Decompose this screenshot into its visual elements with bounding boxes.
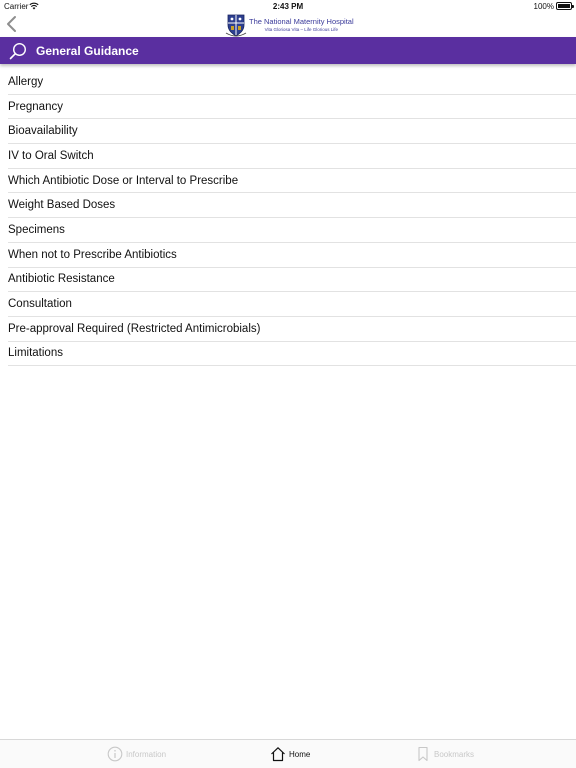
list-item-consultation[interactable]: Consultation xyxy=(8,292,576,317)
bookmark-icon xyxy=(418,746,428,762)
info-icon xyxy=(107,746,123,762)
list-item-allergy[interactable]: Allergy xyxy=(8,70,576,95)
list-item-pre-approval[interactable]: Pre-approval Required (Restricted Antimi… xyxy=(8,317,576,342)
list-item-antibiotic-dose[interactable]: Which Antibiotic Dose or Interval to Pre… xyxy=(8,169,576,194)
battery-percentage: 100% xyxy=(533,2,554,11)
back-button[interactable] xyxy=(4,15,20,33)
list-item-weight-based-doses[interactable]: Weight Based Doses xyxy=(8,193,576,219)
guidance-list: Allergy Pregnancy Bioavailability IV to … xyxy=(0,70,576,367)
list-item-antibiotic-resistance[interactable]: Antibiotic Resistance xyxy=(8,268,576,293)
list-item-iv-to-oral-switch[interactable]: IV to Oral Switch xyxy=(8,144,576,169)
tab-home-label: Home xyxy=(289,749,311,759)
hospital-name: The National Maternity Hospital xyxy=(249,16,354,26)
hospital-logo: The National Maternity Hospital Vita Glo… xyxy=(225,12,354,37)
tab-information[interactable]: Information xyxy=(107,740,166,768)
crest-icon xyxy=(225,14,247,36)
tab-information-label: Information xyxy=(126,749,167,759)
tab-home[interactable]: Home xyxy=(270,740,310,768)
list-item-bioavailability[interactable]: Bioavailability xyxy=(8,119,576,145)
search-icon[interactable] xyxy=(9,42,27,60)
status-bar: Carrier 2:43 PM 100% xyxy=(0,0,576,12)
hospital-motto: Vita Gloriosa Vita – Life Glorious Life xyxy=(264,26,338,32)
section-header: General Guidance xyxy=(0,37,576,64)
list-item-specimens[interactable]: Specimens xyxy=(8,218,576,243)
home-icon xyxy=(271,747,285,762)
battery-icon xyxy=(556,2,574,10)
page-title: General Guidance xyxy=(36,43,139,58)
tab-bookmarks[interactable]: Bookmarks xyxy=(415,740,474,768)
status-time: 2:43 PM xyxy=(272,2,304,11)
tab-bar: Information Home Bookmarks xyxy=(0,739,576,768)
tab-bookmarks-label: Bookmarks xyxy=(434,749,475,759)
list-item-when-not-to-prescribe[interactable]: When not to Prescribe Antibiotics xyxy=(8,243,576,268)
list-item-pregnancy[interactable]: Pregnancy xyxy=(8,95,576,120)
navigation-bar: The National Maternity Hospital Vita Glo… xyxy=(0,12,576,37)
list-item-limitations[interactable]: Limitations xyxy=(8,342,576,367)
